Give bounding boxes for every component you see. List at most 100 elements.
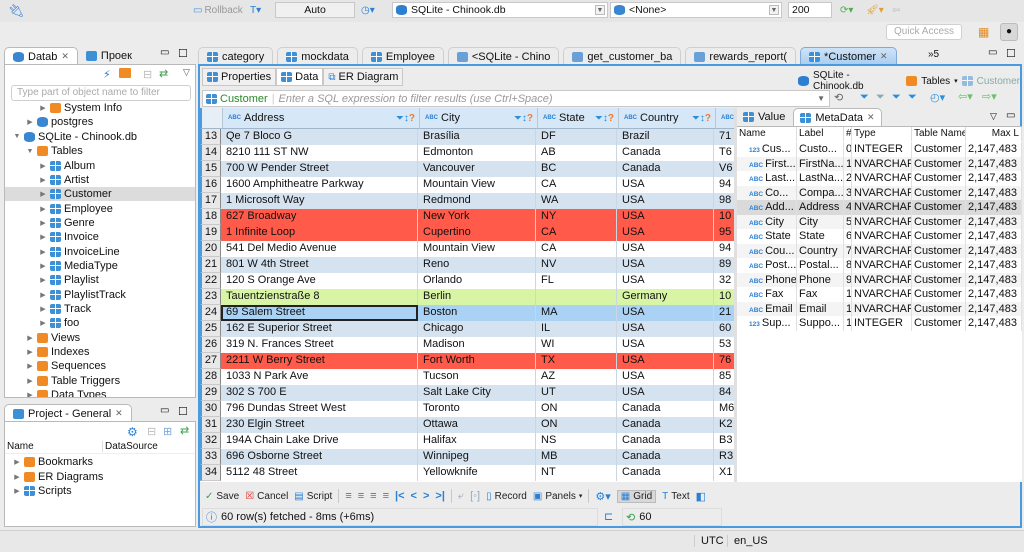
tab-project-general[interactable]: Project - General ✕ xyxy=(4,404,132,422)
grid-cell[interactable]: UT xyxy=(536,385,617,401)
metadata-row[interactable]: ABC Email Email 1 NVARCHAR Customer 2,147,483 xyxy=(737,301,1022,316)
row-number[interactable]: 34 xyxy=(200,465,221,481)
grid-cell[interactable]: Canada xyxy=(617,417,714,433)
grid-cell[interactable]: Cupertino xyxy=(418,225,536,241)
subtab-properties[interactable]: Properties xyxy=(202,68,277,86)
tree-item[interactable]: ▶ postgres xyxy=(5,115,195,129)
grid-cell[interactable]: Ottawa xyxy=(418,417,536,433)
grid-cell[interactable]: USA xyxy=(617,209,714,225)
table-row[interactable]: 33 696 Osborne Street Winnipeg MB Canada R3 xyxy=(200,449,734,465)
grid-cell[interactable] xyxy=(536,289,617,305)
expand-toggle-icon[interactable]: ▼ xyxy=(26,148,34,155)
grid-cell[interactable]: 10 xyxy=(714,209,734,225)
first-page-icon[interactable]: |< xyxy=(395,490,405,502)
grid-cell[interactable]: 541 Del Medio Avenue xyxy=(221,241,418,257)
rocket-icon[interactable]: 🚀︎▾ xyxy=(866,2,884,19)
row-number[interactable]: 13 xyxy=(200,129,221,145)
table-row[interactable]: 18 627 Broadway New York NY USA 10 xyxy=(200,209,734,225)
metadata-row[interactable]: ABC First... FirstNa... 1 NVARCHAR Customer 2,… xyxy=(737,156,1022,171)
expand-toggle-icon[interactable]: ▶ xyxy=(39,248,47,256)
grid-cell[interactable]: Brazil xyxy=(617,129,714,145)
minimize-icon[interactable]: ▭ xyxy=(160,47,169,58)
tree-item[interactable]: ▶ MediaType xyxy=(5,259,195,273)
tree-item[interactable]: ▶ Artist xyxy=(5,173,195,187)
grid-cell[interactable]: 162 E Superior Street xyxy=(221,321,418,337)
row-number[interactable]: 17 xyxy=(200,193,221,209)
settings-gear-icon[interactable]: ⚙▾ xyxy=(595,490,610,503)
table-row[interactable]: 13 Qe 7 Bloco G Brasília DF Brazil 71 xyxy=(200,129,734,145)
grid-cell[interactable]: USA xyxy=(617,321,714,337)
grid-cell[interactable]: USA xyxy=(617,385,714,401)
grid-cell[interactable]: 60 xyxy=(714,321,734,337)
tree-item[interactable]: ▶ InvoiceLine xyxy=(5,245,195,259)
expand-toggle-icon[interactable]: ▶ xyxy=(13,458,21,466)
expand-toggle-icon[interactable]: ▶ xyxy=(39,233,47,241)
tabs-overflow[interactable]: »5 xyxy=(928,49,939,60)
table-row[interactable]: 32 194A Chain Lake Drive Halifax NS Canada B3 xyxy=(200,433,734,449)
tree-item[interactable]: ▶ Employee xyxy=(5,201,195,215)
grid-cell[interactable]: 71 xyxy=(714,129,734,145)
project-item[interactable]: ▶ Bookmarks xyxy=(5,455,195,469)
next-icon[interactable]: > xyxy=(423,490,429,502)
column-header[interactable]: ABC xyxy=(716,108,734,129)
grid-cell[interactable]: Reno xyxy=(418,257,536,273)
grid-cell[interactable]: USA xyxy=(617,305,714,321)
grid-cell[interactable]: NY xyxy=(536,209,617,225)
grid-cell[interactable]: 120 S Orange Ave xyxy=(221,273,418,289)
table-row[interactable]: 23 Tauentzienstraße 8 Berlin Germany 10 xyxy=(200,289,734,305)
grid-cell[interactable]: USA xyxy=(617,353,714,369)
grid-cell[interactable]: AZ xyxy=(536,369,617,385)
grid-cell[interactable]: MA xyxy=(536,305,617,321)
grid-cell[interactable]: BC xyxy=(536,161,617,177)
grid-cell[interactable]: Tucson xyxy=(418,369,536,385)
grid-cell[interactable]: Fort Worth xyxy=(418,353,536,369)
tree-item[interactable]: ▶ Track xyxy=(5,302,195,316)
grid-cell[interactable]: 10 xyxy=(714,289,734,305)
breadcrumb-folder[interactable]: Tables xyxy=(921,76,950,87)
tab-database-navigator[interactable]: Datab ✕ xyxy=(4,47,78,65)
grid-cell[interactable]: MB xyxy=(536,449,617,465)
editor-tab[interactable]: <SQLite - Chino xyxy=(447,47,560,65)
metadata-column-header[interactable]: Label xyxy=(797,127,844,141)
collapse-icon[interactable]: ⊟ xyxy=(147,425,156,438)
column-header[interactable]: ABC State ⏷↕? xyxy=(538,108,619,129)
close-icon[interactable]: ✕ xyxy=(61,51,69,62)
grid-cell[interactable]: 696 Osborne Street xyxy=(221,449,418,465)
editor-tab[interactable]: get_customer_ba xyxy=(563,47,682,65)
row-number[interactable]: 29 xyxy=(200,385,221,401)
cancel-button[interactable]: ☒ Cancel xyxy=(245,491,288,502)
metadata-row[interactable]: 123 Cus... Custo... 0 INTEGER Customer 2,147,4… xyxy=(737,142,1022,157)
minimize-icon[interactable]: ▭ xyxy=(988,47,997,58)
editor-tab[interactable]: category xyxy=(198,47,274,65)
row-number[interactable]: 25 xyxy=(200,321,221,337)
breadcrumb-object[interactable]: Customer xyxy=(977,76,1020,87)
tree-item[interactable]: ▶ Album xyxy=(5,158,195,172)
expand-toggle-icon[interactable]: ▶ xyxy=(39,291,47,299)
grid-cell[interactable]: 85 xyxy=(714,369,734,385)
delete-row-icon[interactable]: ≡ xyxy=(383,490,389,502)
expand-toggle-icon[interactable]: ▶ xyxy=(26,377,34,385)
grid-cell[interactable]: NT xyxy=(536,465,617,481)
grid-cell[interactable]: Canada xyxy=(617,145,714,161)
grid-cell[interactable]: 1600 Amphitheatre Parkway xyxy=(221,177,418,193)
expand-toggle-icon[interactable]: ▶ xyxy=(26,348,34,356)
row-number[interactable]: 27 xyxy=(200,353,221,369)
grid-cell[interactable]: B3 xyxy=(714,433,734,449)
copy-row-icon[interactable]: ≡ xyxy=(370,490,376,502)
row-number[interactable]: 32 xyxy=(200,433,221,449)
tree-item[interactable]: ▶ System Info xyxy=(5,101,195,115)
maximize-icon[interactable]: ☐ xyxy=(178,47,188,60)
metadata-row[interactable]: ABC Last... LastNa... 2 NVARCHAR Customer 2,14… xyxy=(737,171,1022,186)
view-menu-icon[interactable]: ▽ xyxy=(183,67,190,78)
expand-toggle-icon[interactable]: ▶ xyxy=(39,162,47,170)
minimize-icon[interactable]: ▭ xyxy=(1006,110,1015,121)
grid-cell[interactable]: Germany xyxy=(617,289,714,305)
metadata-row[interactable]: ABCFaxFax1(NVARCHARCustomer2,147,483 xyxy=(737,287,1022,302)
grid-cell[interactable]: 194A Chain Lake Drive xyxy=(221,433,418,449)
column-header[interactable]: ABC City ⏷↕? xyxy=(420,108,538,129)
expand-toggle-icon[interactable]: ▶ xyxy=(26,334,34,342)
grid-cell[interactable]: Yellowknife xyxy=(418,465,536,481)
column-header[interactable]: ABC Address ⏷↕? xyxy=(223,108,420,129)
grid-cell[interactable]: 801 W 4th Street xyxy=(221,257,418,273)
row-number[interactable]: 26 xyxy=(200,337,221,353)
